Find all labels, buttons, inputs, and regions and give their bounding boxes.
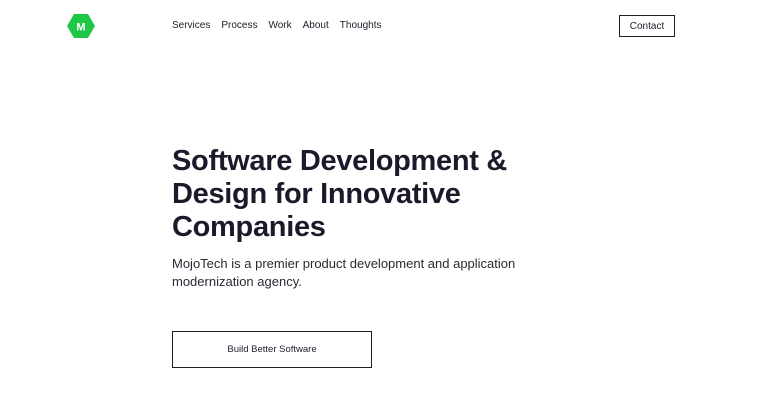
- mojotech-logo-icon: M: [67, 14, 95, 38]
- main-nav: Services Process Work About Thoughts: [172, 19, 392, 33]
- nav-services[interactable]: Services: [172, 19, 210, 33]
- logo-letter: M: [76, 22, 85, 34]
- nav-thoughts[interactable]: Thoughts: [340, 19, 382, 33]
- hero-subtitle: MojoTech is a premier product developmen…: [172, 256, 516, 289]
- hero-title: Software Development & Design for Innova…: [172, 145, 508, 243]
- nav-process[interactable]: Process: [221, 19, 257, 33]
- nav-about[interactable]: About: [303, 19, 329, 33]
- contact-button[interactable]: Contact: [619, 15, 675, 37]
- nav-work[interactable]: Work: [268, 19, 291, 33]
- page: M Services Process Work About Thoughts C…: [0, 0, 768, 400]
- build-better-software-button[interactable]: Build Better Software: [172, 331, 372, 368]
